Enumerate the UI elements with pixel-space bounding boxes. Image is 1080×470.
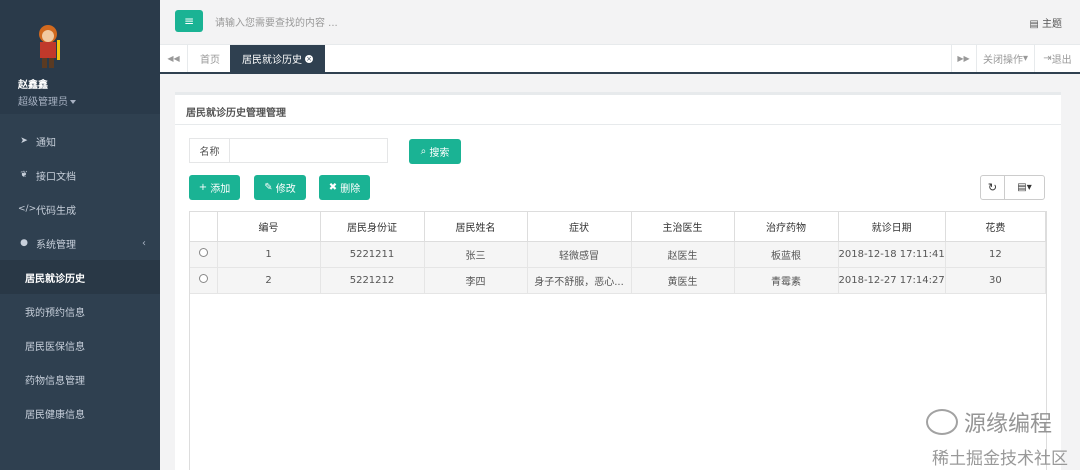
column-header[interactable]: 居民姓名 [424, 212, 528, 242]
name-label: 名称 [189, 138, 229, 163]
table-cell: 2018-12-18 17:11:41 [838, 241, 946, 268]
table-cell: 黄医生 [631, 267, 735, 294]
tab-scroll-right-button[interactable]: ▶▶ [951, 45, 975, 72]
columns-icon: ▤ [1017, 182, 1027, 193]
profile-area: 赵鑫鑫 超级管理员 [0, 0, 160, 114]
wechat-icon [925, 409, 958, 435]
theme-icon: ▤ [1029, 19, 1039, 30]
table-cell: 2 [217, 267, 321, 294]
column-header[interactable]: 治疗药物 [734, 212, 839, 242]
tab-scroll-left-button[interactable]: ◀◀ [160, 45, 188, 72]
code-icon: </> [18, 204, 37, 214]
theme-button[interactable]: ▤ 主题 [1029, 15, 1062, 30]
column-header[interactable]: 花费 [945, 212, 1047, 242]
sidebar-item-insurance[interactable]: 居民医保信息 [0, 328, 160, 362]
close-tab-icon[interactable]: × [305, 54, 313, 63]
data-table: 编号 居民身份证 居民姓名 症状 主治医生 治疗药物 就诊日期 花费 1 522… [190, 212, 1047, 294]
sidebar-item-system-manage[interactable]: ● 系统管理 ‹ [0, 226, 160, 260]
sidebar-item-code-gen[interactable]: </> 代码生成 [0, 192, 160, 226]
logout-button[interactable]: ⇥ 退出 [1034, 45, 1080, 72]
sidebar-item-appointments[interactable]: 我的预约信息 [0, 294, 160, 328]
column-header[interactable]: 居民身份证 [320, 212, 425, 242]
close-operations-dropdown[interactable]: 关闭操作 ▾ [976, 45, 1034, 72]
edit-button[interactable]: ✎ 修改 [254, 175, 306, 200]
forward-icon: ▶▶ [957, 54, 970, 63]
data-table-container: 编号 居民身份证 居民姓名 症状 主治医生 治疗药物 就诊日期 花费 1 522… [189, 211, 1047, 470]
refresh-icon: ↻ [987, 181, 998, 194]
sidebar-item-notice[interactable]: ➤ 通知 [0, 124, 160, 158]
sidebar-item-health[interactable]: 居民健康信息 [0, 396, 160, 430]
table-cell: 身子不舒服，恶心... [527, 267, 632, 294]
paper-plane-icon: ➤ [20, 136, 28, 146]
table-row[interactable]: 2 5221212 李四 身子不舒服，恶心... 黄医生 青霉素 2018-12… [190, 267, 1047, 294]
search-row: 名称 [189, 138, 388, 163]
name-input[interactable] [229, 138, 388, 163]
edit-icon: ✎ [264, 182, 273, 193]
avatar[interactable] [24, 20, 72, 70]
chevron-left-icon: ‹ [142, 237, 146, 249]
user-icon: ● [20, 238, 28, 248]
column-header[interactable]: 编号 [217, 212, 321, 242]
logout-icon: ⇥ [1043, 53, 1052, 64]
top-navbar: ≡ 请输入您需要查找的内容 ... ▤ 主题 [160, 0, 1080, 45]
column-header[interactable]: 症状 [527, 212, 632, 242]
hamburger-icon: ≡ [183, 14, 195, 28]
table-row[interactable]: 1 5221211 张三 轻微感冒 赵医生 板蓝根 2018-12-18 17:… [190, 241, 1047, 268]
leaf-icon: ❦ [20, 170, 28, 180]
table-cell: 30 [945, 267, 1047, 294]
backward-icon: ◀◀ [167, 54, 180, 63]
table-cell: 张三 [424, 241, 528, 268]
table-cell: 李四 [424, 267, 528, 294]
table-cell: 5221211 [320, 241, 425, 268]
table-cell: 1 [217, 241, 321, 268]
menu-toggle-button[interactable]: ≡ [175, 10, 203, 32]
search-icon: ⌕ [420, 146, 427, 157]
table-cell: 12 [945, 241, 1047, 268]
panel-title: 居民就诊历史管理管理 [175, 95, 1061, 125]
row-radio[interactable] [198, 274, 208, 283]
delete-button[interactable]: ✖ 删除 [319, 175, 370, 200]
select-column-header [190, 212, 218, 242]
table-cell: 2018-12-27 17:14:27 [838, 267, 946, 294]
times-icon: ✖ [328, 182, 338, 193]
sidebar-item-visit-history[interactable]: 居民就诊历史 [0, 260, 160, 294]
sidebar-item-api-docs[interactable]: ❦ 接口文档 [0, 158, 160, 192]
refresh-button[interactable]: ↻ [980, 175, 1005, 200]
columns-button[interactable]: ▤ ▾ [1004, 175, 1045, 200]
sidebar-item-drugs[interactable]: 药物信息管理 [0, 362, 160, 396]
add-button[interactable]: + 添加 [189, 175, 240, 200]
table-cell: 轻微感冒 [527, 241, 632, 268]
table-cell: 青霉素 [734, 267, 839, 294]
table-cell: 赵医生 [631, 241, 735, 268]
tab-home[interactable]: 首页 [188, 45, 232, 72]
sidebar-menu: ➤ 通知 ❦ 接口文档 </> 代码生成 ● 系统管理 ‹ 居民就诊历史 我的预约信息 居… [0, 114, 160, 430]
column-header[interactable]: 就诊日期 [838, 212, 946, 242]
row-radio[interactable] [198, 248, 208, 257]
user-role-dropdown[interactable]: 超级管理员 [18, 93, 160, 108]
user-name: 赵鑫鑫 [18, 80, 48, 91]
caret-down-icon [70, 100, 76, 104]
plus-icon: + [198, 182, 208, 193]
search-button[interactable]: ⌕ 搜索 [409, 139, 461, 164]
tab-visit-history[interactable]: 居民就诊历史 × [230, 45, 325, 72]
row-select-cell[interactable] [190, 267, 218, 294]
table-cell: 5221212 [320, 267, 425, 294]
table-cell: 板蓝根 [734, 241, 839, 268]
sidebar: 赵鑫鑫 超级管理员 ➤ 通知 ❦ 接口文档 </> 代码生成 ● 系统管理 ‹ 居民就诊历… [0, 0, 160, 470]
watermark-brand: 源缘编程 [925, 406, 1052, 438]
tab-bar: ◀◀ 首页 居民就诊历史 × ▶▶ 关闭操作 ▾ ⇥ 退出 [160, 45, 1080, 74]
column-header[interactable]: 主治医生 [631, 212, 735, 242]
global-search-input[interactable]: 请输入您需要查找的内容 ... [215, 14, 338, 29]
watermark-community: 稀土掘金技术社区 [932, 449, 1068, 469]
row-select-cell[interactable] [190, 241, 218, 268]
